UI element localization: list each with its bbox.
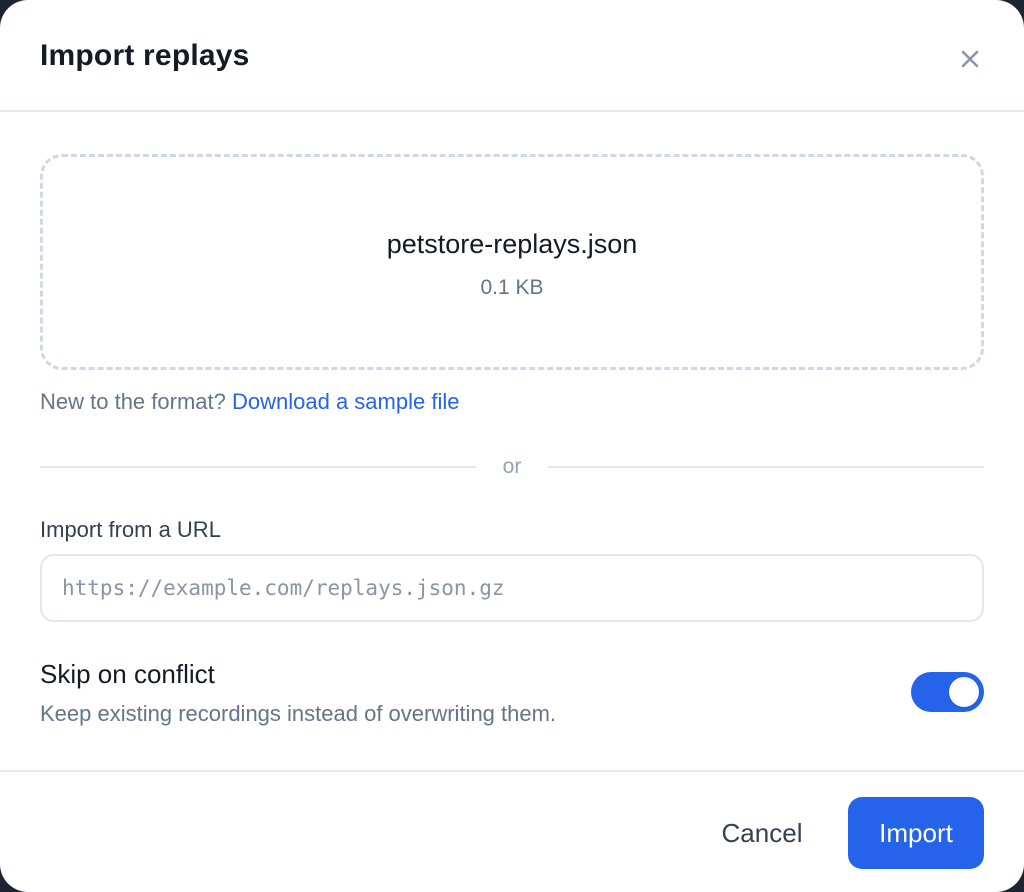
close-icon[interactable]	[960, 49, 980, 69]
url-input[interactable]	[40, 554, 984, 622]
divider-line-right	[548, 466, 984, 468]
divider-label: or	[502, 455, 522, 478]
skip-on-conflict-toggle[interactable]	[911, 672, 984, 712]
skip-on-conflict-title: Skip on conflict	[40, 659, 215, 689]
file-dropzone[interactable]: petstore-replays.json 0.1 KB	[40, 154, 984, 370]
footer-divider	[0, 770, 1024, 772]
close-button[interactable]	[952, 41, 988, 77]
dialog-title: Import replays	[40, 39, 250, 72]
dialog-header: Import replays	[0, 0, 1024, 112]
download-sample-link[interactable]: Download a sample file	[232, 389, 459, 414]
toggle-knob	[949, 677, 979, 707]
sample-file-hint-text: New to the format?	[40, 389, 226, 414]
selected-file-name: petstore-replays.json	[386, 229, 638, 259]
skip-on-conflict-description: Keep existing recordings instead of over…	[40, 701, 557, 726]
sample-file-hint: New to the format? Download a sample fil…	[40, 387, 459, 417]
divider-line-left	[40, 466, 476, 468]
import-button[interactable]: Import	[848, 797, 984, 869]
selected-file-size: 0.1 KB	[480, 276, 544, 299]
import-replays-dialog: Import replays petstore-replays.json 0.1…	[0, 0, 1024, 892]
cancel-button[interactable]: Cancel	[700, 797, 824, 869]
url-field-label: Import from a URL	[40, 517, 221, 542]
